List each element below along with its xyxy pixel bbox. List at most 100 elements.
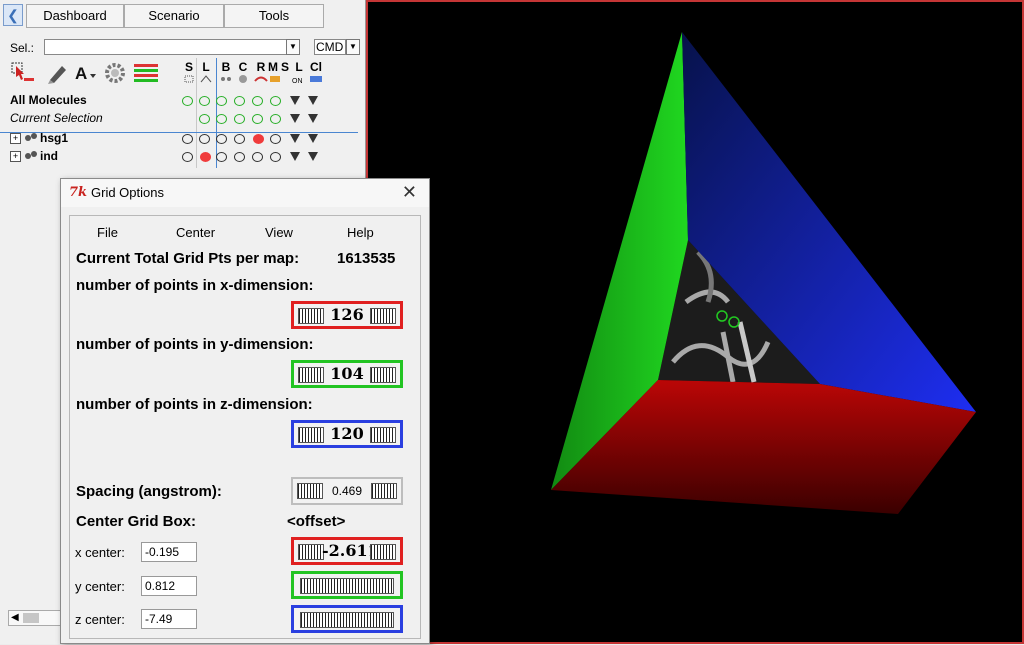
menu-help[interactable]: Help [347,225,374,240]
z-dimension-label: number of points in z-dimension: [76,396,313,413]
display-toggle[interactable] [216,96,227,106]
ball-stick-icon [221,77,231,81]
color-tool-icon[interactable] [132,60,160,86]
column-header-s[interactable]: S [182,60,196,74]
menu-view[interactable]: View [265,225,293,240]
display-toggle[interactable] [199,134,210,144]
display-toggle[interactable] [182,152,193,162]
tab-scenario[interactable]: Scenario [124,4,224,28]
center-grid-label: Center Grid Box: [76,513,197,530]
color-bar-icon [310,76,322,82]
scroll-left-icon[interactable]: ◀ [11,613,23,623]
cmd-dropdown-icon[interactable]: ▼ [346,39,360,55]
y-center-label: y center: [75,579,125,594]
display-toggle[interactable] [216,134,227,144]
display-toggle[interactable] [234,96,245,106]
column-header-l[interactable]: L [199,60,213,74]
spacing-label: Spacing (angstrom): [76,483,222,500]
row-all-molecules[interactable]: All Molecules [0,92,356,110]
column-header-cl[interactable]: Cl [309,60,323,74]
ribbon-icon [254,76,268,82]
selection-input[interactable] [44,39,294,55]
z-offset-thumbwheel[interactable] [291,605,403,633]
selection-dropdown-icon[interactable]: ▼ [286,39,300,55]
row-molecule-hsg1[interactable]: + hsg1 [0,130,356,148]
triangle-menu-icon[interactable] [308,134,318,143]
lines-icon [200,75,212,83]
triangle-menu-icon[interactable] [308,96,318,105]
molecule-name: Current Selection [10,111,103,125]
triangle-menu-icon[interactable] [290,152,300,161]
triangle-menu-icon[interactable] [290,134,300,143]
display-toggle[interactable] [270,96,281,106]
display-toggle[interactable] [234,114,245,124]
display-toggle[interactable] [199,114,210,124]
display-toggle[interactable] [199,96,210,106]
z-center-label: z center: [75,612,125,627]
tk-logo-icon: 7k [69,185,88,200]
triangle-menu-icon[interactable] [308,152,318,161]
menu-file[interactable]: File [97,225,118,240]
cmd-select[interactable]: CMD [314,39,346,55]
dialog-titlebar[interactable]: 7k Grid Options ✕ [61,179,429,207]
triangle-menu-icon[interactable] [290,96,300,105]
display-toggle[interactable] [252,152,263,162]
triangle-menu-icon[interactable] [308,114,318,123]
y-offset-thumbwheel[interactable] [291,571,403,599]
expand-icon[interactable]: + [10,151,21,162]
x-offset-thumbwheel[interactable]: -2.611 [291,537,403,565]
row-current-selection[interactable]: Current Selection [0,110,356,128]
x-center-label: x center: [75,545,125,560]
row-molecule-ind[interactable]: + ind [0,148,356,166]
expand-icon[interactable]: + [10,133,21,144]
label-tool-icon[interactable]: A [72,60,98,86]
y-dimension-label: number of points in y-dimension: [76,336,314,353]
display-toggle[interactable] [252,96,263,106]
display-toggle[interactable] [234,152,245,162]
grid-options-dialog: 7k Grid Options ✕ File Center View Help … [60,178,430,644]
triangle-menu-icon[interactable] [290,114,300,123]
y-center-input[interactable]: 0.812 [141,576,197,596]
scroll-thumb[interactable] [23,613,39,623]
tab-tools[interactable]: Tools [224,4,324,28]
menu-center[interactable]: Center [176,225,215,240]
x-offset-value: -2.611 [322,541,379,560]
back-arrow-icon[interactable]: ❮ [3,4,23,26]
column-header-c[interactable]: C [236,60,250,74]
z-center-input[interactable]: -7.49 [141,609,197,629]
x-center-input[interactable]: -0.195 [141,542,197,562]
display-toggle[interactable] [270,114,281,124]
column-header-s2[interactable]: S [278,60,292,74]
z-dimension-value: 120 [330,424,364,443]
spacing-thumbwheel[interactable]: 0.469 [291,477,403,505]
display-toggle[interactable] [216,152,227,162]
3d-viewer[interactable] [366,0,1024,644]
gear-icon[interactable] [102,60,128,86]
display-toggle[interactable] [182,134,193,144]
display-toggle[interactable] [234,134,245,144]
column-header-l2[interactable]: L [292,60,306,74]
close-icon[interactable]: ✕ [402,182,417,203]
x-dimension-thumbwheel[interactable]: 126 [291,301,403,329]
surface-icon [184,75,194,83]
x-dimension-label: number of points in x-dimension: [76,277,314,294]
display-toggle[interactable] [182,96,193,106]
selection-label: Sel.: [10,41,35,55]
molecule-name: hsg1 [40,131,69,145]
pencil-tool-icon[interactable] [44,60,70,86]
molecule-name: ind [40,149,58,163]
display-toggle[interactable] [252,114,263,124]
y-dimension-thumbwheel[interactable]: 104 [291,360,403,388]
column-header-b[interactable]: B [219,60,233,74]
tab-dashboard[interactable]: Dashboard [26,4,124,28]
grid-box-render [551,32,976,514]
z-dimension-thumbwheel[interactable]: 120 [291,420,403,448]
tab-bar: ❮ Dashboard Scenario Tools [0,0,366,32]
total-grid-label: Current Total Grid Pts per map: [76,250,300,267]
display-toggle[interactable] [253,134,264,144]
select-tool-icon[interactable] [10,60,36,86]
display-toggle[interactable] [270,152,281,162]
display-toggle[interactable] [270,134,281,144]
display-toggle[interactable] [216,114,227,124]
display-toggle[interactable] [200,152,211,162]
